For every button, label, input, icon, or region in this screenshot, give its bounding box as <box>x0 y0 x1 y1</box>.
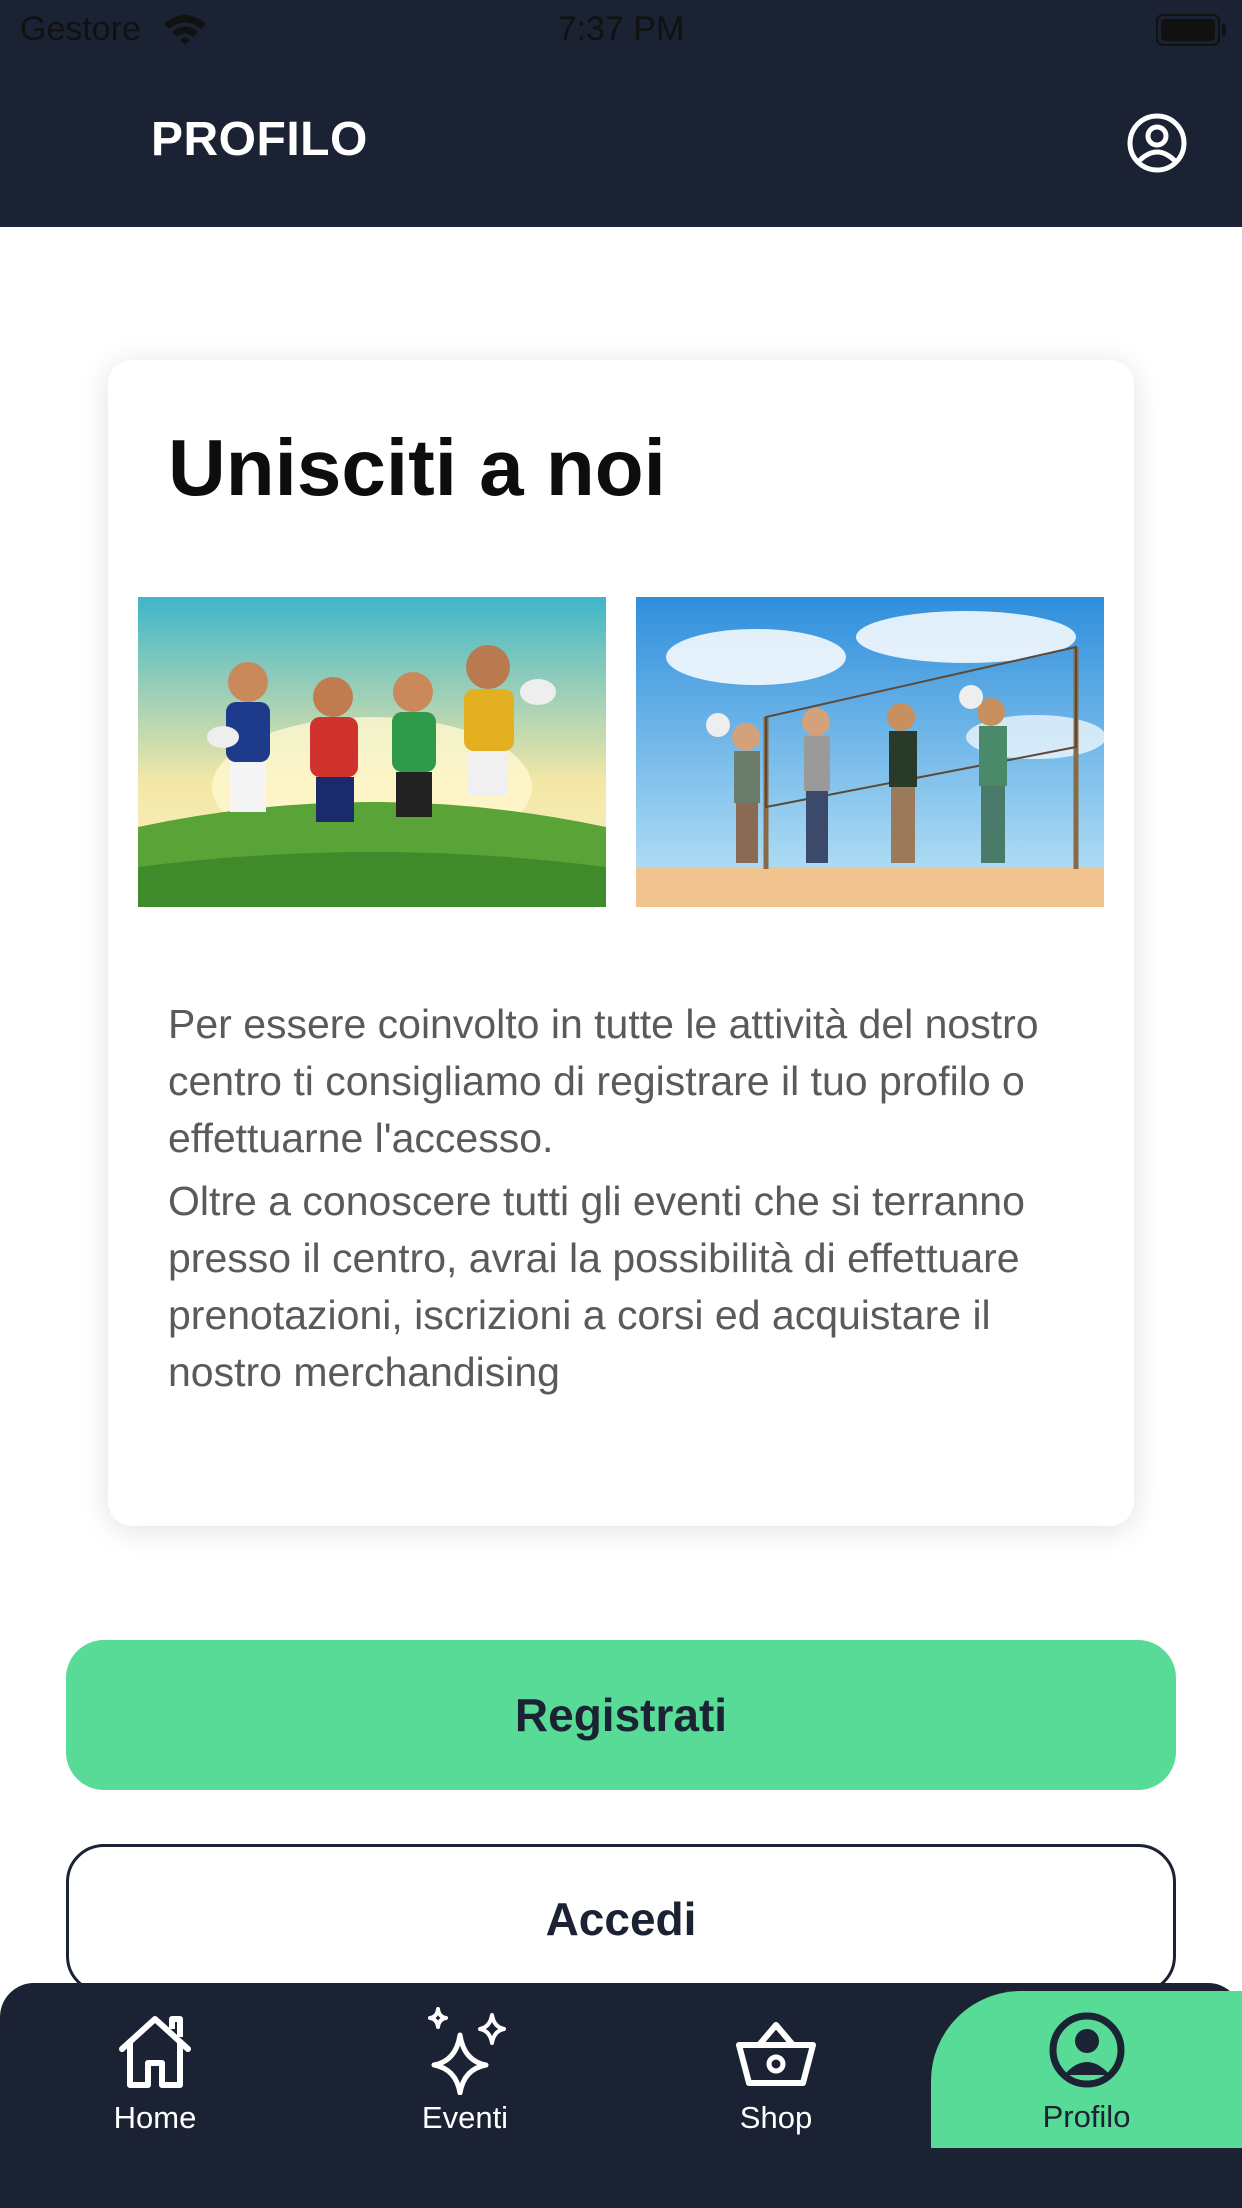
register-button[interactable]: Registrati <box>66 1640 1176 1790</box>
rugby-illustration <box>138 597 606 907</box>
status-bar: Gestore 7:37 PM <box>0 0 1242 60</box>
tab-shop-label: Shop <box>739 2100 813 2135</box>
tab-shop[interactable]: Shop <box>621 1983 931 2143</box>
tab-eventi[interactable]: Eventi <box>310 1983 620 2143</box>
tab-eventi-label: Eventi <box>421 2100 509 2135</box>
tab-home[interactable]: Home <box>0 1983 310 2143</box>
beach-volley-illustration <box>636 597 1104 907</box>
tab-profilo-label: Profilo <box>1042 2099 1131 2134</box>
page-title: PROFILO <box>151 113 368 166</box>
tab-home-label: Home <box>113 2100 197 2135</box>
description-paragraph-2: Oltre a conoscere tutti gli eventi che s… <box>168 1178 1025 1395</box>
login-button[interactable]: Accedi <box>66 1844 1176 1994</box>
bottom-tab-bar: Home Eventi Shop Profilo <box>0 1983 1242 2208</box>
clock-label: 7:37 PM <box>557 10 685 48</box>
join-card: Unisciti a noi Per essere coinvolto in t… <box>108 360 1134 1526</box>
card-description: Per essere coinvolto in tutte le attivit… <box>168 996 1088 1401</box>
account-circle-icon <box>1049 2012 1124 2088</box>
sparkles-icon <box>428 2007 506 2095</box>
description-paragraph-1: Per essere coinvolto in tutte le attivit… <box>168 1001 1039 1161</box>
account-circle-icon[interactable] <box>1127 113 1187 173</box>
card-title: Unisciti a noi <box>168 423 666 512</box>
battery-icon <box>1156 14 1226 46</box>
home-icon <box>119 2016 191 2088</box>
basket-icon <box>736 2022 816 2086</box>
tab-profilo[interactable]: Profilo <box>931 1991 1242 2148</box>
app-header: Gestore 7:37 PM PROFILO <box>0 0 1242 227</box>
